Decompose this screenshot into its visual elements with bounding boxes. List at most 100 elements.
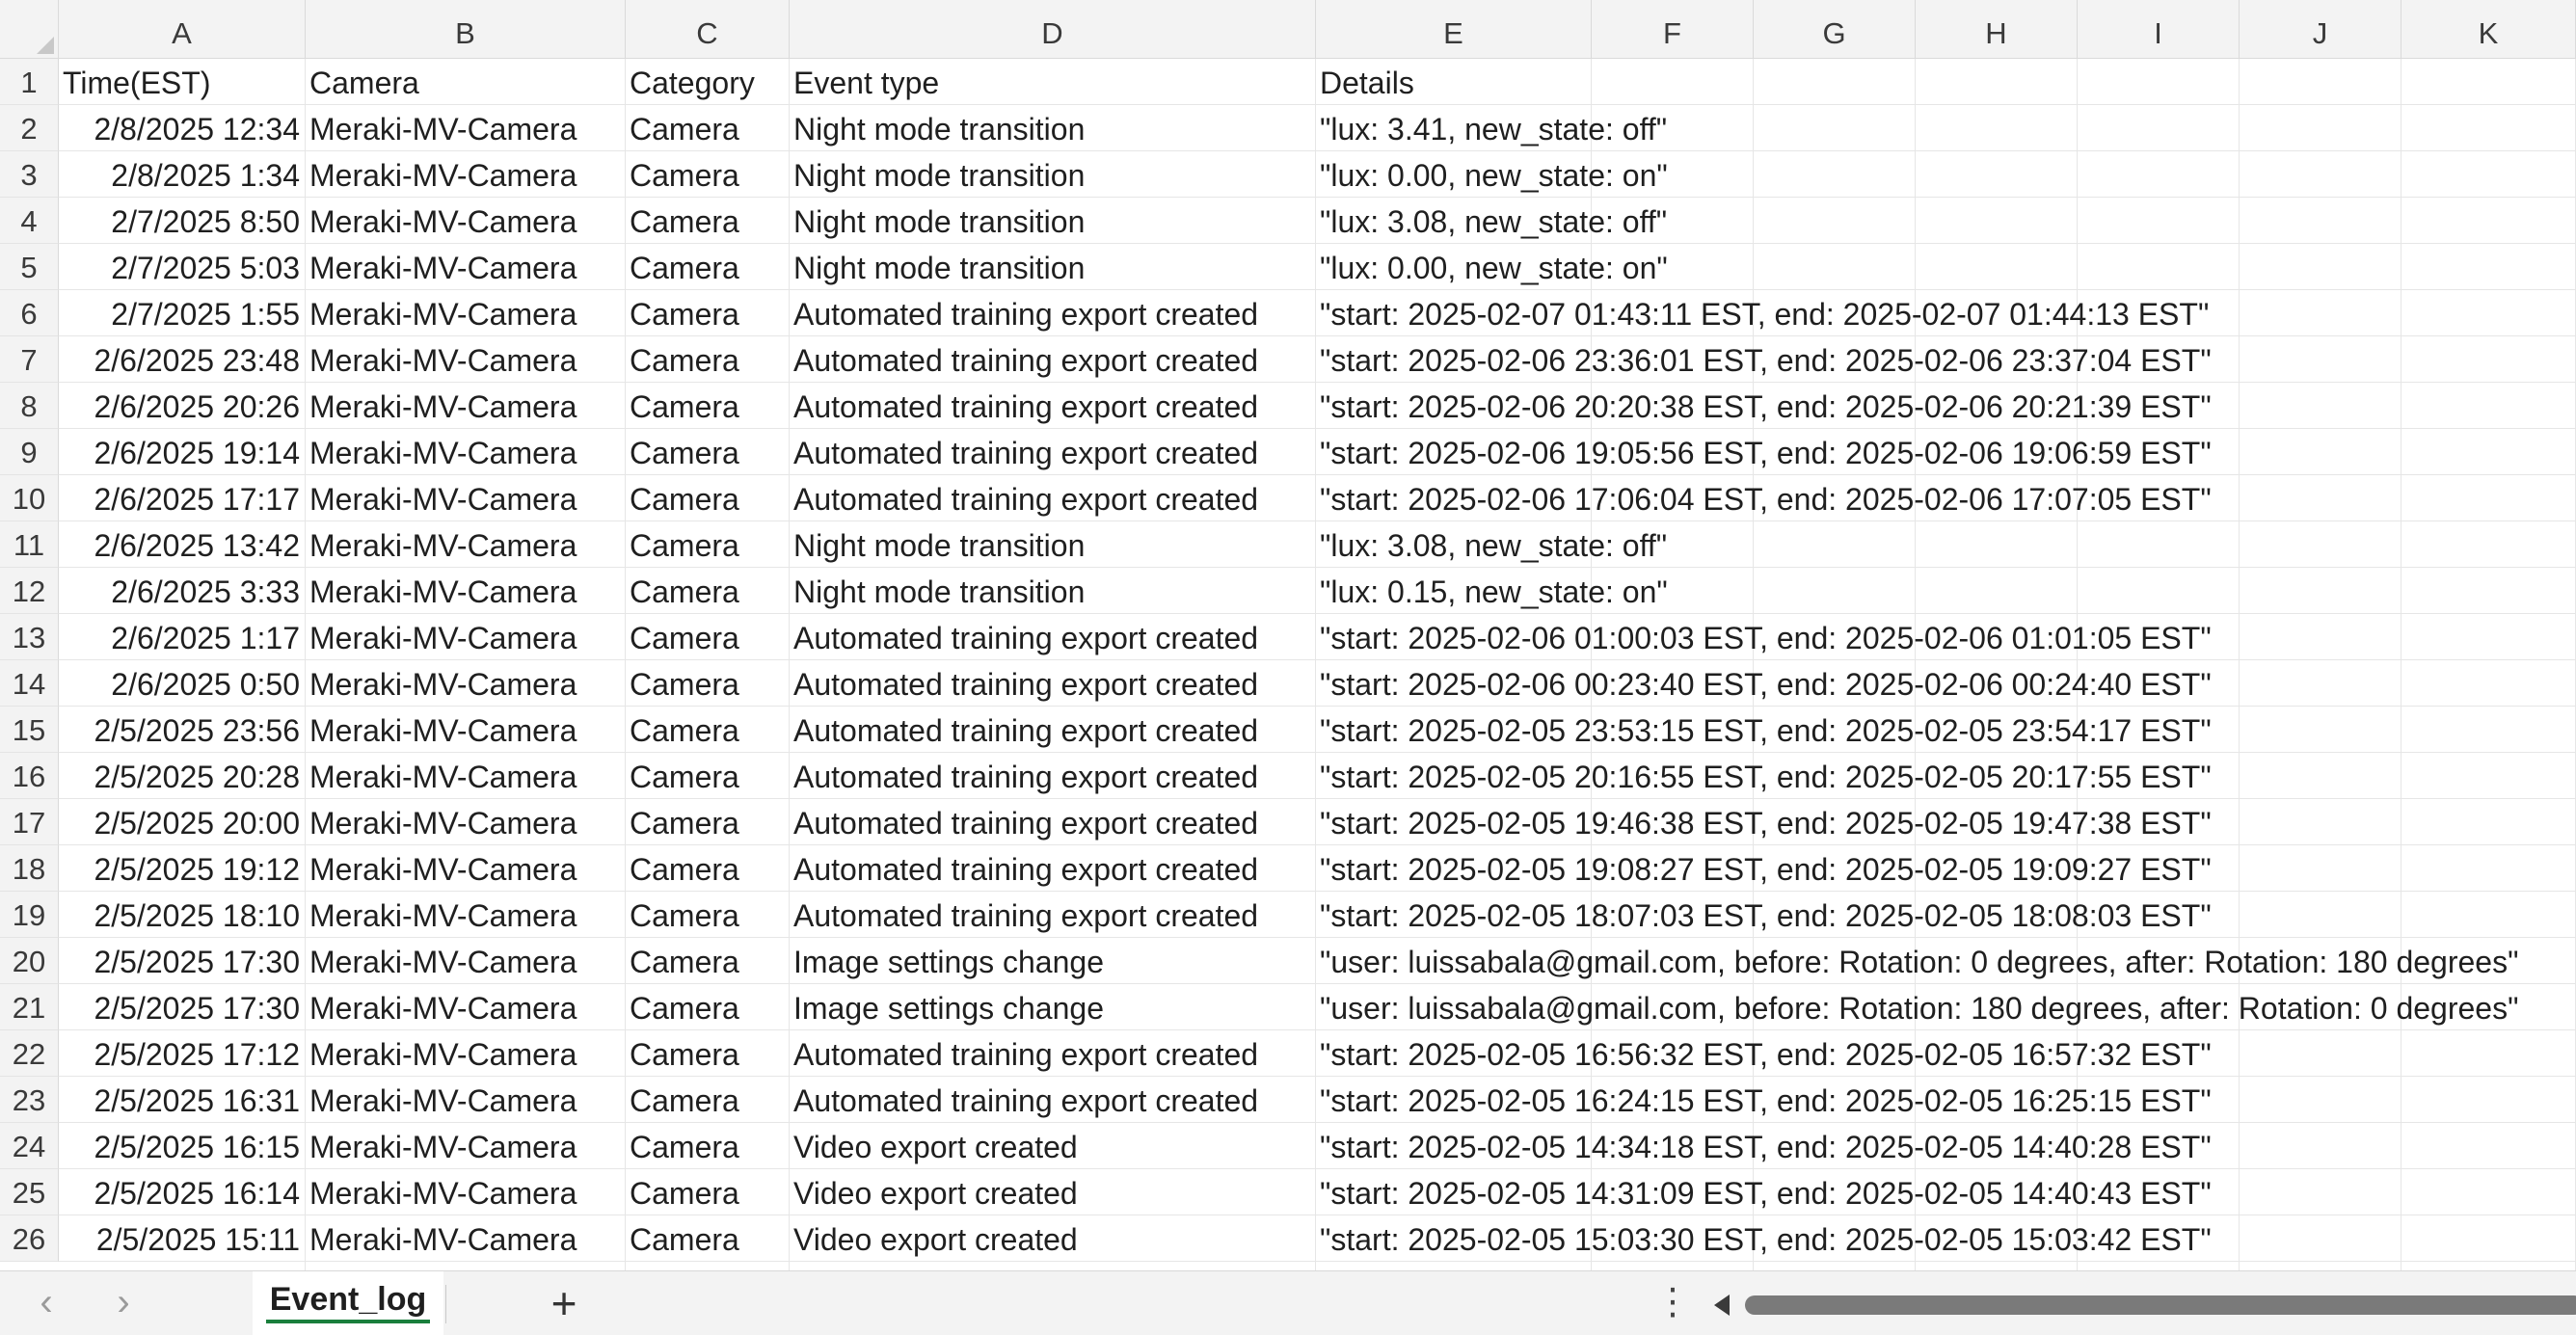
camera-cell[interactable]: Meraki-MV-Camera <box>306 151 626 197</box>
chevron-left-icon[interactable]: ‹ <box>25 1283 67 1325</box>
event-type-cell[interactable]: Automated training export created <box>790 429 1316 474</box>
time-cell[interactable]: 2/5/2025 17:30 <box>59 938 306 983</box>
column-header-h[interactable]: H <box>1916 0 2078 59</box>
event-type-cell[interactable]: Image settings change <box>790 938 1316 983</box>
event-type-cell[interactable]: Night mode transition <box>790 198 1316 243</box>
time-cell[interactable]: 2/7/2025 5:03 <box>59 244 306 289</box>
details-cell[interactable]: "start: 2025-02-05 14:31:09 EST, end: 20… <box>1316 1169 2212 1215</box>
camera-cell[interactable]: Meraki-MV-Camera <box>306 336 626 382</box>
row-header-12[interactable]: 12 <box>0 568 59 614</box>
camera-cell[interactable]: Meraki-MV-Camera <box>306 521 626 567</box>
time-cell[interactable]: 2/7/2025 1:55 <box>59 290 306 335</box>
event-type-cell[interactable]: Automated training export created <box>790 614 1316 659</box>
event-type-cell[interactable]: Automated training export created <box>790 383 1316 428</box>
row-header-3[interactable]: 3 <box>0 151 59 198</box>
row-header-6[interactable]: 6 <box>0 290 59 336</box>
time-cell[interactable]: 2/8/2025 12:34 <box>59 105 306 150</box>
event-type-cell[interactable]: Image settings change <box>790 984 1316 1029</box>
details-cell[interactable]: "start: 2025-02-05 19:46:38 EST, end: 20… <box>1316 799 2212 844</box>
details-cell[interactable]: "start: 2025-02-05 15:03:30 EST, end: 20… <box>1316 1215 2212 1261</box>
event-type-cell[interactable]: Video export created <box>790 1169 1316 1215</box>
time-cell[interactable]: 2/6/2025 0:50 <box>59 660 306 706</box>
details-cell[interactable]: "start: 2025-02-06 01:00:03 EST, end: 20… <box>1316 614 2212 659</box>
header-cell-a[interactable]: Time(EST) <box>59 59 306 104</box>
row-header-11[interactable]: 11 <box>0 521 59 568</box>
camera-cell[interactable]: Meraki-MV-Camera <box>306 429 626 474</box>
time-cell[interactable]: 2/6/2025 20:26 <box>59 383 306 428</box>
row-header-10[interactable]: 10 <box>0 475 59 521</box>
event-type-cell[interactable]: Automated training export created <box>790 799 1316 844</box>
category-cell[interactable]: Camera <box>626 290 790 335</box>
details-cell[interactable]: "start: 2025-02-05 19:08:27 EST, end: 20… <box>1316 845 2212 891</box>
details-cell[interactable]: "start: 2025-02-05 16:56:32 EST, end: 20… <box>1316 1030 2212 1076</box>
camera-cell[interactable]: Meraki-MV-Camera <box>306 475 626 521</box>
details-cell[interactable]: "start: 2025-02-05 20:16:55 EST, end: 20… <box>1316 753 2212 798</box>
category-cell[interactable]: Camera <box>626 475 790 521</box>
details-cell[interactable]: "start: 2025-02-05 16:24:15 EST, end: 20… <box>1316 1077 2212 1122</box>
vertical-ellipsis-icon[interactable]: ⋮ <box>1654 1283 1691 1325</box>
details-cell[interactable]: "start: 2025-02-05 18:07:03 EST, end: 20… <box>1316 892 2212 937</box>
column-header-e[interactable]: E <box>1316 0 1592 59</box>
details-cell[interactable]: "lux: 3.41, new_state: off" <box>1316 105 1667 150</box>
event-type-cell[interactable]: Automated training export created <box>790 845 1316 891</box>
event-type-cell[interactable]: Automated training export created <box>790 1077 1316 1122</box>
row-header-13[interactable]: 13 <box>0 614 59 660</box>
row-header-1[interactable]: 1 <box>0 59 59 105</box>
time-cell[interactable]: 2/5/2025 18:10 <box>59 892 306 937</box>
camera-cell[interactable]: Meraki-MV-Camera <box>306 290 626 335</box>
camera-cell[interactable]: Meraki-MV-Camera <box>306 938 626 983</box>
column-header-k[interactable]: K <box>2402 0 2576 59</box>
category-cell[interactable]: Camera <box>626 521 790 567</box>
category-cell[interactable]: Camera <box>626 1030 790 1076</box>
row-header-21[interactable]: 21 <box>0 984 59 1030</box>
header-cell-d[interactable]: Event type <box>790 59 1316 104</box>
category-cell[interactable]: Camera <box>626 660 790 706</box>
category-cell[interactable]: Camera <box>626 753 790 798</box>
camera-cell[interactable]: Meraki-MV-Camera <box>306 614 626 659</box>
event-type-cell[interactable]: Automated training export created <box>790 892 1316 937</box>
time-cell[interactable]: 2/5/2025 16:31 <box>59 1077 306 1122</box>
row-header-24[interactable]: 24 <box>0 1123 59 1169</box>
time-cell[interactable]: 2/6/2025 17:17 <box>59 475 306 521</box>
time-cell[interactable]: 2/5/2025 15:11 <box>59 1215 306 1261</box>
category-cell[interactable]: Camera <box>626 799 790 844</box>
time-cell[interactable]: 2/6/2025 3:33 <box>59 568 306 613</box>
camera-cell[interactable]: Meraki-MV-Camera <box>306 753 626 798</box>
column-header-c[interactable]: C <box>626 0 790 59</box>
time-cell[interactable]: 2/6/2025 23:48 <box>59 336 306 382</box>
time-cell[interactable]: 2/6/2025 19:14 <box>59 429 306 474</box>
row-header-19[interactable]: 19 <box>0 892 59 938</box>
spreadsheet-grid[interactable]: ABCDEFGHIJK 1 Time(EST) Camera Category Even… <box>0 0 2576 1270</box>
column-header-i[interactable]: I <box>2078 0 2240 59</box>
camera-cell[interactable]: Meraki-MV-Camera <box>306 1169 626 1215</box>
camera-cell[interactable]: Meraki-MV-Camera <box>306 198 626 243</box>
time-cell[interactable]: 2/5/2025 16:15 <box>59 1123 306 1168</box>
camera-cell[interactable]: Meraki-MV-Camera <box>306 892 626 937</box>
event-type-cell[interactable]: Night mode transition <box>790 521 1316 567</box>
event-type-cell[interactable]: Automated training export created <box>790 475 1316 521</box>
time-cell[interactable]: 2/5/2025 20:28 <box>59 753 306 798</box>
camera-cell[interactable]: Meraki-MV-Camera <box>306 799 626 844</box>
time-cell[interactable]: 2/7/2025 8:50 <box>59 198 306 243</box>
event-type-cell[interactable]: Automated training export created <box>790 1030 1316 1076</box>
camera-cell[interactable]: Meraki-MV-Camera <box>306 383 626 428</box>
category-cell[interactable]: Camera <box>626 198 790 243</box>
camera-cell[interactable]: Meraki-MV-Camera <box>306 660 626 706</box>
column-header-f[interactable]: F <box>1592 0 1754 59</box>
category-cell[interactable]: Camera <box>626 1215 790 1261</box>
select-all-corner[interactable] <box>0 0 59 59</box>
column-header-j[interactable]: J <box>2240 0 2402 59</box>
event-type-cell[interactable]: Night mode transition <box>790 568 1316 613</box>
event-type-cell[interactable]: Night mode transition <box>790 151 1316 197</box>
category-cell[interactable]: Camera <box>626 845 790 891</box>
category-cell[interactable]: Camera <box>626 614 790 659</box>
event-type-cell[interactable]: Automated training export created <box>790 336 1316 382</box>
details-cell[interactable]: "user: luissabala@gmail.com, before: Rot… <box>1316 984 2518 1029</box>
details-cell[interactable]: "user: luissabala@gmail.com, before: Rot… <box>1316 938 2518 983</box>
category-cell[interactable]: Camera <box>626 938 790 983</box>
camera-cell[interactable]: Meraki-MV-Camera <box>306 1215 626 1261</box>
details-cell[interactable]: "start: 2025-02-05 23:53:15 EST, end: 20… <box>1316 707 2212 752</box>
details-cell[interactable]: "start: 2025-02-05 14:34:18 EST, end: 20… <box>1316 1123 2212 1168</box>
time-cell[interactable]: 2/5/2025 17:12 <box>59 1030 306 1076</box>
details-cell[interactable]: "lux: 0.15, new_state: on" <box>1316 568 1668 613</box>
